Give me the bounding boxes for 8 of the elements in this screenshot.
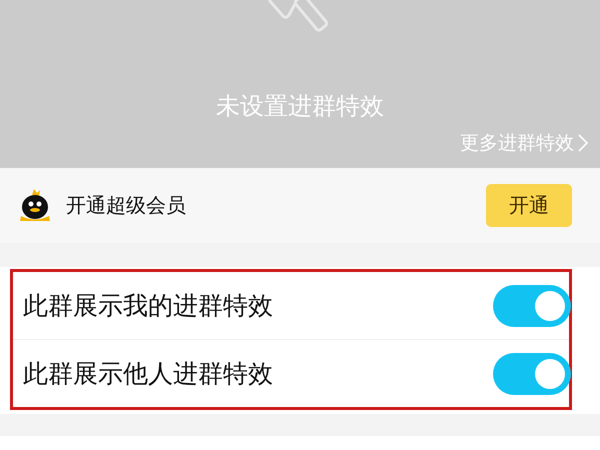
- toggle-switch[interactable]: [493, 352, 571, 394]
- vip-label: 开通超级会员: [66, 192, 187, 219]
- activate-button[interactable]: 开通: [486, 184, 572, 227]
- chevron-right-icon: [578, 134, 588, 152]
- penguin-icon: [18, 188, 52, 222]
- setting-label: 此群展示他人进群特效: [23, 358, 273, 390]
- toggle-switch[interactable]: [493, 284, 571, 326]
- setting-label: 此群展示我的进群特效: [23, 290, 273, 322]
